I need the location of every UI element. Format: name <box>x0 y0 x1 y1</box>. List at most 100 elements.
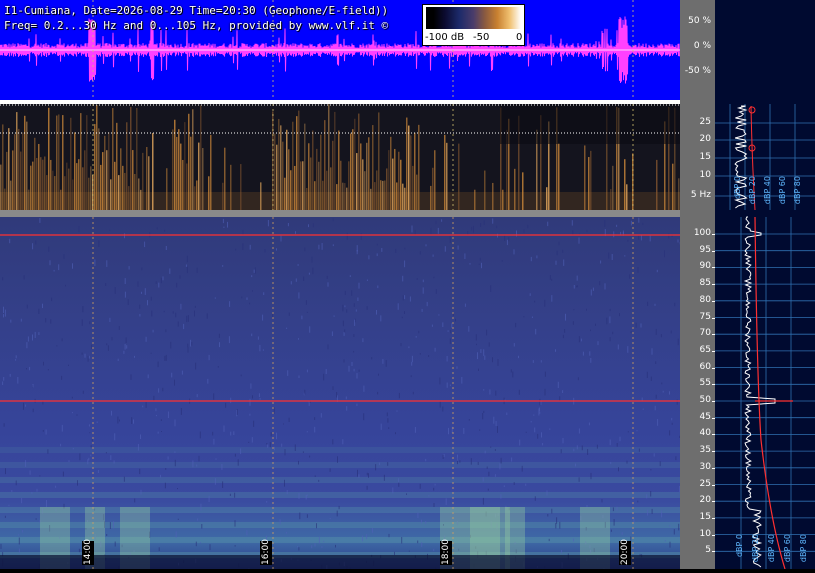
spectrogram-noise <box>432 325 433 327</box>
main-frequency-label: 20 <box>700 495 711 505</box>
main-frequency-label: 30 <box>700 462 711 472</box>
spectrogram-noise <box>159 547 160 551</box>
spectrogram-noise <box>222 481 223 488</box>
low-spectrogram-streak <box>78 159 80 210</box>
spectrogram-noise <box>298 264 299 266</box>
low-spectrogram-streak <box>24 116 26 210</box>
spectrogram-noise <box>291 281 292 284</box>
spectrogram-noise <box>450 330 451 333</box>
spectrogram-noise <box>88 356 89 362</box>
spectrogram-noise <box>276 248 277 250</box>
main-spectrogram: 14:00 16:00 18:00 20:00 <box>0 217 680 569</box>
spectrogram-noise <box>255 267 256 273</box>
spectrogram-noise <box>337 511 338 517</box>
low-spectrogram-streak <box>118 175 120 210</box>
low-spectrogram-streak <box>382 181 384 210</box>
spectrogram-noise <box>216 458 217 459</box>
spectrogram-noise <box>250 384 251 389</box>
spectrogram-noise <box>33 409 34 413</box>
time-label-1600: 16:00 <box>260 541 272 565</box>
spectrogram-noise <box>556 261 557 265</box>
spectrogram-noise <box>3 377 4 381</box>
spectrogram-noise <box>441 219 442 222</box>
spectrogram-noise <box>97 421 98 423</box>
spectrogram-noise <box>556 517 557 523</box>
spectrogram-noise <box>114 433 115 440</box>
spectrogram-noise <box>427 302 428 306</box>
low-spectrogram-streak <box>112 108 114 210</box>
spectrogram-noise <box>65 285 66 287</box>
low-spectrogram-streak <box>340 161 342 210</box>
spectrogram-noise <box>395 432 396 434</box>
spectrogram-noise <box>672 423 673 425</box>
spectrogram-noise <box>490 285 491 292</box>
spectrogram-noise <box>378 374 379 376</box>
spectrogram-noise <box>72 263 73 268</box>
spectrogram-noise <box>613 507 614 511</box>
low-spectrogram-streak <box>32 162 34 210</box>
spectrogram-noise <box>451 323 452 328</box>
spectrogram-noise <box>559 242 560 245</box>
spectrogram-noise <box>561 449 562 453</box>
spectrogram-noise <box>518 356 519 358</box>
low-spectrogram-streak <box>132 150 134 210</box>
spectrogram-noise <box>656 329 657 335</box>
low-frequency-spectrogram <box>0 104 680 210</box>
low-spectrogram-streak <box>314 181 316 210</box>
spectrogram-noise <box>68 365 69 366</box>
low-spectrogram-streak <box>396 182 398 210</box>
spectrogram-noise <box>398 483 399 487</box>
spectrogram-noise <box>199 456 200 462</box>
spectrogram-noise <box>156 281 157 284</box>
low-spectrogram-streak <box>546 187 548 210</box>
spectrogram-noise <box>328 282 329 286</box>
spectrogram-noise <box>178 519 179 520</box>
spectrogram-noise <box>579 477 580 482</box>
spectrogram-noise <box>438 228 439 234</box>
spectrogram-noise <box>333 386 334 390</box>
low-spectrogram-streak <box>96 105 98 210</box>
low-spectrogram-streak <box>46 175 48 210</box>
spectrogram-noise <box>31 492 32 494</box>
spectrogram-noise <box>274 407 275 414</box>
spectrogram-noise <box>235 454 236 457</box>
low-spectrogram-streak <box>54 176 56 210</box>
spectrogram-noise <box>354 303 355 307</box>
spectrogram-noise <box>267 445 268 448</box>
low-spectrogram-streak <box>22 132 24 210</box>
spectrogram-noise <box>428 495 429 496</box>
spectrogram-noise <box>298 292 299 298</box>
spectrogram-noise <box>39 475 40 476</box>
main-frequency-label: 95 <box>700 245 711 255</box>
spectrogram-noise <box>35 332 36 338</box>
spectrogram-noise <box>620 437 621 442</box>
spectrogram-noise <box>126 345 127 348</box>
spectrogram-noise <box>180 304 181 310</box>
spectrogram-noise <box>125 292 126 298</box>
spectrogram-noise <box>532 317 533 319</box>
spectrogram-bottom-band <box>0 555 680 569</box>
spectrogram-noise <box>485 451 486 454</box>
low-spectrogram-streak <box>324 120 326 210</box>
spectrogram-noise <box>367 306 368 310</box>
spectrogram-noise <box>469 419 470 421</box>
low-spectrogram-streak <box>672 164 674 210</box>
spectrogram-noise <box>229 336 230 343</box>
spectrogram-noise <box>91 445 92 447</box>
low-spectrogram-streak <box>354 119 356 210</box>
time-label-2000: 20:00 <box>619 541 631 565</box>
spectrogram-noise <box>16 481 17 486</box>
spectrogram-noise <box>141 490 142 495</box>
low-spectrogram-canvas <box>0 104 680 210</box>
low-spectrogram-streak <box>86 115 88 210</box>
spectrogram-noise <box>655 406 656 411</box>
spectrogram-noise <box>113 521 114 528</box>
low-spectrogram-streak <box>492 183 494 210</box>
spectrogram-noise <box>46 500 47 507</box>
colorbar-label-min: -100 dB <box>425 32 464 43</box>
spectrogram-noise <box>163 276 164 280</box>
spectrogram-noise <box>270 442 271 447</box>
spectrogram-noise <box>39 218 40 223</box>
spectrogram-noise <box>336 392 337 398</box>
spectrogram-noise <box>428 355 429 357</box>
